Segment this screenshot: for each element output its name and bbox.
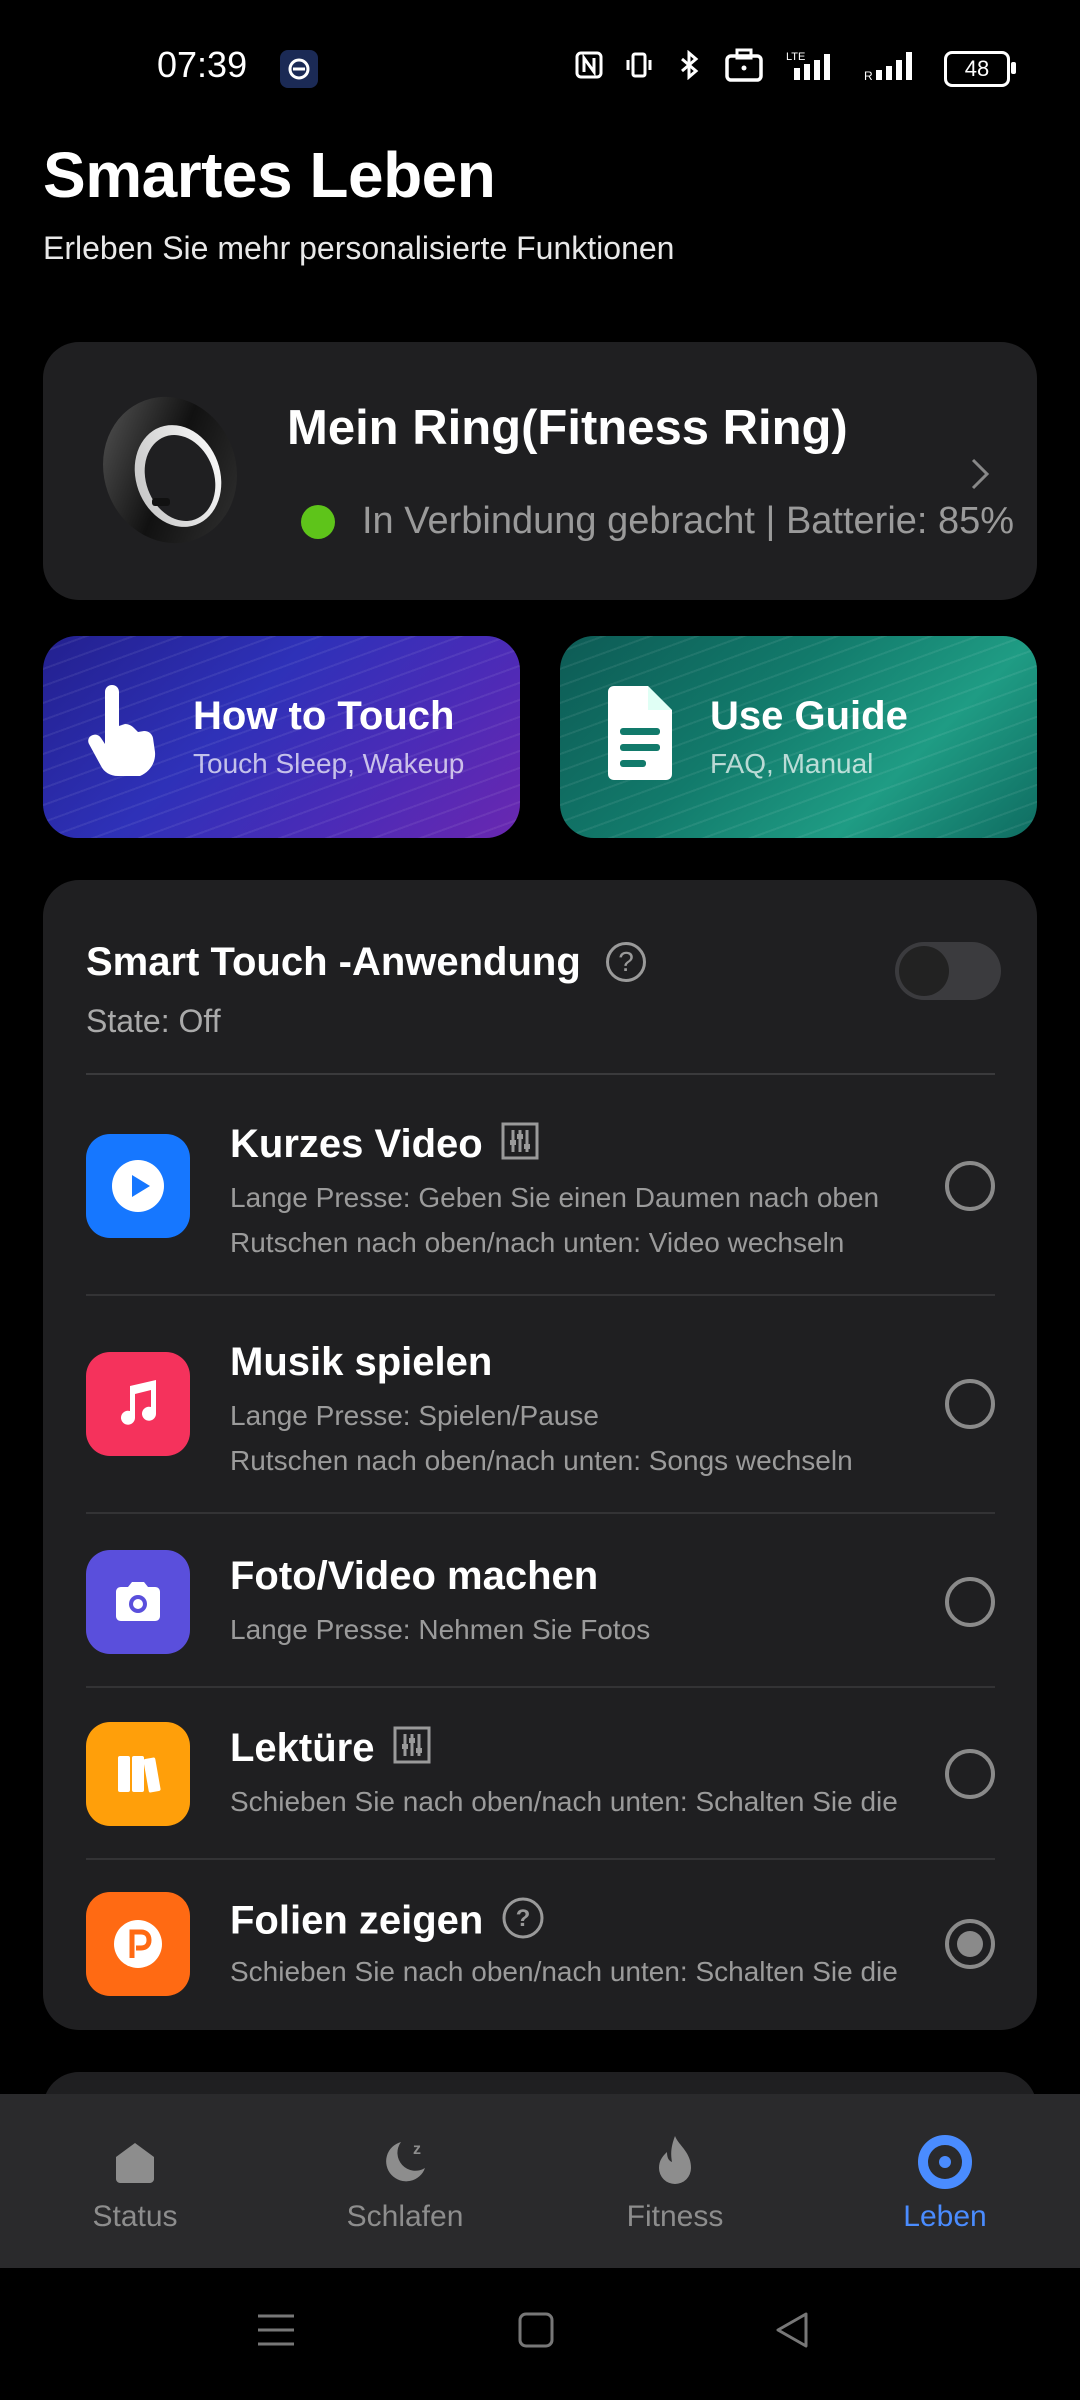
status-time: 07:39: [157, 44, 248, 85]
app-title: Foto/Video machen: [230, 1554, 599, 1598]
nav-item-fitness[interactable]: Fitness: [540, 2094, 810, 2268]
use-guide-tile[interactable]: Use Guide FAQ, Manual: [560, 636, 1037, 838]
app-description-line: Rutschen nach oben/nach unten: Songs wec…: [230, 1445, 853, 1476]
flame-icon: [645, 2132, 705, 2192]
app-description-line: Lange Presse: Geben Sie einen Daumen nac…: [230, 1182, 880, 1213]
system-navigation-bar: [0, 2268, 1080, 2400]
cell-signal-icon: R: [864, 48, 924, 89]
radio-button[interactable]: [945, 1379, 995, 1429]
app-title: Lektüre: [230, 1726, 375, 1770]
nfc-icon: [574, 50, 604, 87]
app-description-line: Lange Presse: Nehmen Sie Fotos: [230, 1614, 651, 1645]
svg-text:z: z: [413, 2141, 421, 2158]
help-icon[interactable]: ?: [501, 1896, 545, 1950]
app-row-reading[interactable]: Lektüre Schieben Sie nach oben/nach unte…: [86, 1718, 995, 1860]
app-description-line: Schieben Sie nach oben/nach unten: Schal…: [230, 1956, 898, 1987]
page-title: Smartes Leben: [43, 139, 496, 211]
equalizer-settings-icon[interactable]: [393, 1726, 431, 1774]
status-icons: LTE R 48: [574, 48, 1016, 89]
music-note-icon: [86, 1352, 190, 1456]
row-divider: [86, 1858, 995, 1860]
lte-signal-icon: LTE: [784, 48, 844, 89]
smart-touch-state: State: Off: [86, 1003, 221, 1039]
work-profile-icon: [724, 48, 764, 89]
row-divider: [86, 1686, 995, 1688]
book-icon: [86, 1722, 190, 1826]
life-icon: [915, 2132, 975, 2192]
smart-touch-toggle[interactable]: [895, 942, 1001, 1000]
tile-title: Use Guide: [710, 694, 908, 738]
app-description-line: Schieben Sie nach oben/nach unten: Schal…: [230, 1786, 898, 1817]
equalizer-settings-icon[interactable]: [501, 1122, 539, 1170]
nav-label: Schlafen: [346, 2200, 464, 2233]
bottom-navigation: Status z Schlafen Fitness Leben: [0, 2094, 1080, 2268]
radio-button[interactable]: [945, 1577, 995, 1627]
device-name: Mein Ring(Fitness Ring): [287, 401, 848, 455]
document-icon: [600, 684, 680, 784]
play-icon: [86, 1134, 190, 1238]
svg-text:R: R: [864, 69, 873, 82]
tile-subtitle: FAQ, Manual: [710, 748, 874, 779]
page-subtitle: Erleben Sie mehr personalisierte Funktio…: [43, 230, 675, 266]
row-divider: [86, 1512, 995, 1514]
nav-item-sleep[interactable]: z Schlafen: [270, 2094, 540, 2268]
app-row-camera[interactable]: Foto/Video machen Lange Presse: Nehmen S…: [86, 1546, 995, 1688]
help-icon[interactable]: ?: [606, 942, 646, 982]
divider: [86, 1073, 995, 1075]
svg-text:?: ?: [516, 1905, 531, 1932]
ring-image: [92, 390, 242, 550]
camera-icon: [86, 1550, 190, 1654]
touch-hand-icon: [83, 684, 163, 784]
row-divider: [86, 1294, 995, 1296]
chevron-right-icon[interactable]: [968, 454, 992, 504]
nav-item-life[interactable]: Leben: [810, 2094, 1080, 2268]
svg-text:LTE: LTE: [786, 51, 805, 63]
presentation-icon: [86, 1892, 190, 1996]
notification-app-icon: [280, 50, 318, 88]
nav-label: Fitness: [626, 2200, 724, 2233]
app-description-line: Lange Presse: Spielen/Pause: [230, 1400, 599, 1431]
moon-sleep-icon: z: [375, 2132, 435, 2192]
battery-icon: 48: [944, 50, 1016, 87]
app-description-line: Rutschen nach oben/nach unten: Video wec…: [230, 1227, 845, 1258]
app-row-music[interactable]: Musik spielen Lange Presse: Spielen/Paus…: [86, 1328, 995, 1514]
tile-subtitle: Touch Sleep, Wakeup: [193, 748, 465, 779]
tile-title: How to Touch: [193, 694, 455, 738]
app-row-short-video[interactable]: Kurzes Video Lange Presse: Geben Sie ein…: [86, 1110, 995, 1296]
nav-label: Status: [92, 2200, 178, 2233]
vibrate-icon: [624, 50, 654, 87]
connection-status-dot: [301, 505, 335, 539]
device-status: In Verbindung gebracht | Batterie: 85%: [362, 500, 1015, 542]
home-icon: [105, 2132, 165, 2192]
app-title: Musik spielen: [230, 1340, 493, 1384]
radio-button[interactable]: [945, 1749, 995, 1799]
nav-item-status[interactable]: Status: [0, 2094, 270, 2268]
smart-touch-title: Smart Touch -Anwendung: [86, 940, 581, 984]
bluetooth-icon: [674, 49, 704, 87]
home-button-icon[interactable]: [516, 2310, 556, 2355]
nav-label: Leben: [903, 2200, 987, 2233]
app-title: Folien zeigen: [230, 1898, 484, 1943]
radio-button-selected[interactable]: [945, 1919, 995, 1969]
back-icon[interactable]: [772, 2310, 812, 2355]
app-title: Kurzes Video: [230, 1122, 483, 1166]
menu-icon[interactable]: [256, 2310, 296, 2355]
radio-button[interactable]: [945, 1161, 995, 1211]
how-to-touch-tile[interactable]: How to Touch Touch Sleep, Wakeup: [43, 636, 520, 838]
app-row-slides[interactable]: Folien zeigen? Schieben Sie nach oben/na…: [86, 1892, 995, 2012]
